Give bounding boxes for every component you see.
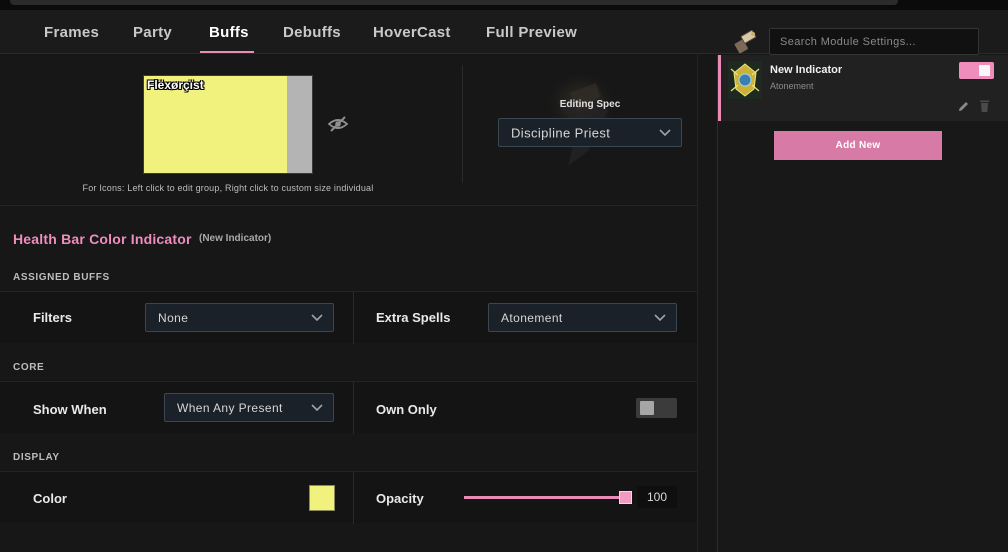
preview-unit-name: Flëxørçïst [147, 78, 204, 92]
extra-spells-dropdown[interactable]: Atonement [488, 303, 677, 332]
app-window: Frames Party Buffs Debuffs HoverCast Ful… [0, 0, 1008, 552]
unit-frame-preview[interactable]: Flëxørçïst [143, 75, 313, 174]
spec-dropdown-value: Discipline Priest [511, 125, 611, 140]
opacity-label: Opacity [376, 491, 424, 506]
indicator-spell: Atonement [770, 81, 814, 91]
show-when-dropdown[interactable]: When Any Present [164, 393, 334, 422]
opacity-slider-handle[interactable] [619, 491, 632, 504]
extra-spells-label: Extra Spells [376, 310, 451, 325]
chevron-down-icon [659, 128, 671, 136]
add-new-button[interactable]: Add New [774, 131, 942, 160]
active-tab-underline [200, 51, 254, 53]
editing-spec-label: Editing Spec [559, 99, 621, 110]
chevron-down-icon [654, 313, 666, 321]
core-row: Show When When Any Present Own Only [0, 381, 697, 434]
tab-frames[interactable]: Frames [44, 24, 99, 41]
toggle-knob [979, 65, 990, 76]
indicator-title: Health Bar Color Indicator [13, 231, 192, 247]
divider [0, 205, 697, 206]
filters-dropdown[interactable]: None [145, 303, 334, 332]
tab-hovercast[interactable]: HoverCast [373, 24, 451, 41]
tab-party[interactable]: Party [133, 24, 172, 41]
tab-full-preview[interactable]: Full Preview [486, 24, 577, 41]
tab-bar: Frames Party Buffs Debuffs HoverCast Ful… [0, 10, 1008, 55]
preview-hint: For Icons: Left click to edit group, Rig… [82, 183, 374, 193]
divider [353, 472, 354, 524]
chevron-down-icon [311, 403, 323, 411]
color-label: Color [33, 491, 67, 506]
tab-debuffs[interactable]: Debuffs [283, 24, 341, 41]
opacity-slider-track[interactable] [464, 496, 629, 499]
section-core: CORE [13, 362, 45, 373]
search-field[interactable] [769, 28, 979, 55]
hammer-icon[interactable] [733, 29, 759, 55]
trash-icon[interactable] [978, 99, 991, 113]
divider [462, 65, 463, 183]
color-swatch[interactable] [309, 485, 335, 511]
panel-edge [697, 55, 698, 552]
divider [353, 292, 354, 344]
window-top-strip [0, 0, 1008, 10]
preview-missing-health-bar [287, 76, 312, 173]
extra-spells-dropdown-value: Atonement [501, 310, 563, 325]
own-only-label: Own Only [376, 402, 437, 417]
tab-buffs[interactable]: Buffs [209, 24, 249, 41]
search-input[interactable] [770, 29, 978, 54]
atonement-spell-icon [728, 61, 762, 99]
section-display: DISPLAY [13, 452, 60, 463]
show-when-dropdown-value: When Any Present [177, 400, 283, 415]
opacity-value[interactable]: 100 [637, 486, 677, 508]
chevron-down-icon [311, 313, 323, 321]
indicator-subtitle: (New Indicator) [199, 233, 272, 244]
eye-slash-icon[interactable] [327, 115, 349, 133]
indicator-list-item[interactable]: New Indicator Atonement [718, 55, 1008, 121]
show-when-label: Show When [33, 402, 107, 417]
filters-dropdown-value: None [158, 310, 189, 325]
display-row: Color Opacity 100 [0, 471, 697, 524]
filters-label: Filters [33, 310, 73, 325]
spec-dropdown[interactable]: Discipline Priest [498, 118, 682, 147]
indicator-name: New Indicator [770, 64, 843, 76]
section-assigned-buffs: ASSIGNED BUFFS [13, 272, 110, 283]
pencil-icon[interactable] [957, 100, 970, 113]
own-only-toggle[interactable] [636, 398, 677, 418]
indicator-enable-toggle[interactable] [959, 62, 994, 79]
assigned-buffs-row: Filters None Extra Spells Atonement [0, 291, 697, 344]
indicator-list-panel: New Indicator Atonement Add New [717, 55, 1008, 552]
settings-panel: Flëxørçïst For Icons: Left click to edit… [0, 55, 717, 552]
divider [353, 382, 354, 434]
toggle-knob [640, 401, 654, 415]
